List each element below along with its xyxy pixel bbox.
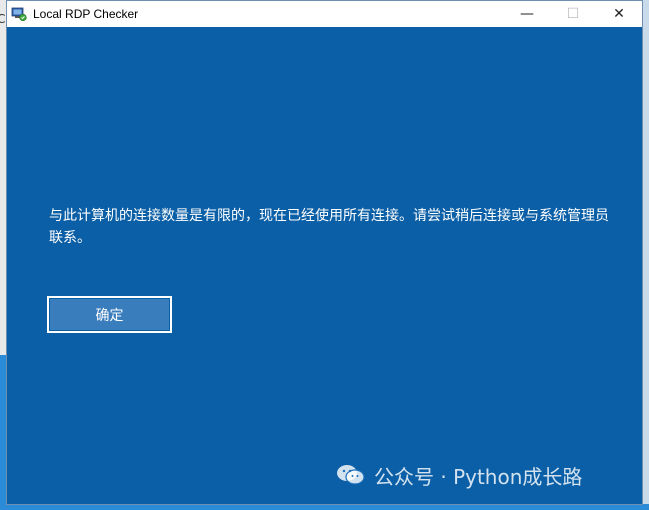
window-title: Local RDP Checker <box>33 7 139 21</box>
rdp-checker-window: Local RDP Checker — ☐ ✕ 与此计算机的连接数量是有限的，现… <box>6 0 643 505</box>
close-button[interactable]: ✕ <box>596 1 642 27</box>
app-icon <box>11 6 27 22</box>
dialog-content: 与此计算机的连接数量是有限的，现在已经使用所有连接。请尝试稍后连接或与系统管理员… <box>7 28 642 504</box>
close-icon: ✕ <box>613 6 625 22</box>
wechat-icon <box>336 463 366 487</box>
ok-button[interactable]: 确定 <box>47 296 172 333</box>
title-bar[interactable]: Local RDP Checker — ☐ ✕ <box>7 1 642 27</box>
maximize-button[interactable]: ☐ <box>550 1 596 27</box>
watermark: 公众号 · Python成长路 <box>336 455 582 495</box>
minimize-icon: — <box>520 6 534 22</box>
window-controls: — ☐ ✕ <box>504 1 642 27</box>
maximize-icon: ☐ <box>566 6 580 22</box>
watermark-text: 公众号 · Python成长路 <box>374 464 583 489</box>
connection-limit-message: 与此计算机的连接数量是有限的，现在已经使用所有连接。请尝试稍后连接或与系统管理员… <box>49 208 609 246</box>
background-fragment: C <box>0 12 6 26</box>
minimize-button[interactable]: — <box>504 1 550 27</box>
